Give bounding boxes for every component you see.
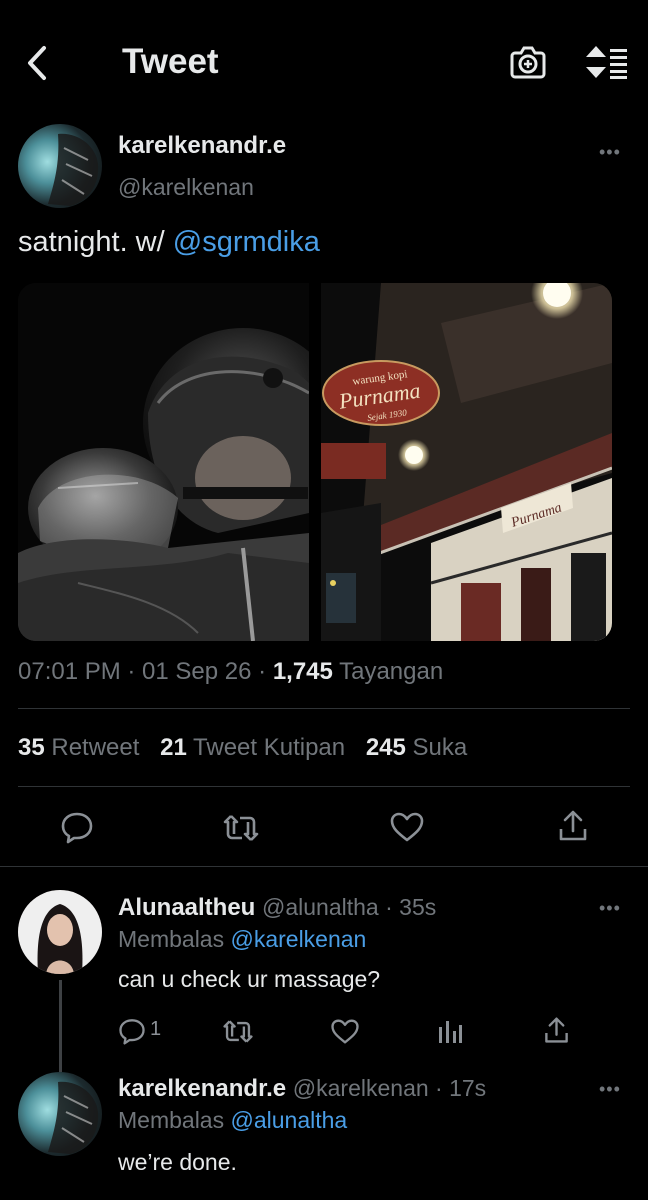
replying-to-link[interactable]: @karelkenan <box>230 926 366 952</box>
photo-helmets[interactable] <box>18 283 309 641</box>
reply-avatar-alunaaltheu[interactable] <box>18 890 102 974</box>
replying-to-line: Membalas @karelkenan <box>118 926 366 953</box>
retweet-icon[interactable] <box>222 812 260 844</box>
reply-display-name[interactable]: karelkenandr.e <box>118 1075 286 1102</box>
author-display-name[interactable]: karelkenandr.e <box>118 132 286 160</box>
reply-handle[interactable]: @alunaltha <box>262 894 379 920</box>
replying-to-prefix: Membalas <box>118 926 231 952</box>
photo-warung-kopi[interactable]: Purnama warung kopi Purnama Sejak 1930 <box>321 283 612 641</box>
likes-label: Suka <box>405 734 468 761</box>
tweet-timestamp-line: 07:01 PM · 01 Sep 26 · 1,745 Tayangan <box>18 658 443 686</box>
likes-count: 245 <box>365 734 406 761</box>
sort-icon[interactable] <box>584 44 630 80</box>
author-handle[interactable]: @karelkenan <box>118 174 254 201</box>
reply-header: karelkenandr.e @karelkenan · 17s <box>118 1075 486 1103</box>
engagement-stats: 35 Retweet 21 Tweet Kutipan 245 Suka <box>18 734 467 762</box>
tweet-timestamp[interactable]: 07:01 PM · 01 Sep 26 · <box>18 658 273 685</box>
views-label: Tayangan <box>332 658 444 685</box>
reply-reply-icon[interactable] <box>118 1017 146 1045</box>
camera-plus-icon[interactable] <box>509 44 547 80</box>
reply-reply-count: 1 <box>150 1018 162 1040</box>
replying-to-prefix: Membalas <box>118 1107 231 1133</box>
quotes-stat[interactable]: 21 Tweet Kutipan <box>160 734 345 761</box>
tweet-mention-link[interactable]: @sgrmdika <box>173 226 320 258</box>
quotes-count: 21 <box>160 734 187 761</box>
reply-like-heart-icon[interactable] <box>330 1018 360 1045</box>
reply-display-name[interactable]: Alunaaltheu <box>118 894 255 921</box>
reply-retweet-icon[interactable] <box>222 1018 254 1045</box>
retweets-count: 35 <box>18 734 45 761</box>
divider <box>18 708 630 709</box>
reply-share-icon[interactable] <box>543 1016 570 1045</box>
likes-stat[interactable]: 245 Suka <box>366 734 467 761</box>
reply-handle[interactable]: @karelkenan <box>293 1075 429 1101</box>
quotes-label: Tweet Kutipan <box>186 734 346 761</box>
author-avatar[interactable] <box>18 124 102 208</box>
retweets-stat[interactable]: 35 Retweet <box>18 734 139 761</box>
divider <box>0 866 648 867</box>
views-count: 1,745 <box>272 658 333 685</box>
reply-age: · 35s <box>378 894 437 920</box>
tweet-text-body: satnight. w/ <box>18 226 173 258</box>
tweet-media[interactable]: Purnama warung kopi Purnama Sejak 1930 <box>18 283 612 641</box>
retweets-label: Retweet <box>44 734 140 761</box>
divider <box>18 786 630 787</box>
tweet-text: satnight. w/ @sgrmdika <box>18 226 320 259</box>
back-chevron-icon[interactable] <box>22 44 52 82</box>
reply-more-options-icon[interactable]: ••• <box>599 1079 621 1100</box>
share-icon[interactable] <box>557 809 589 843</box>
like-heart-icon[interactable] <box>389 811 425 843</box>
reply-text: can u check ur massage? <box>118 966 381 992</box>
reply-age: · 17s <box>428 1075 487 1101</box>
reply-more-options-icon[interactable]: ••• <box>599 898 621 919</box>
replying-to-link[interactable]: @alunaltha <box>230 1107 347 1133</box>
replying-to-line: Membalas @alunaltha <box>118 1107 347 1134</box>
reply-analytics-icon[interactable] <box>437 1017 463 1045</box>
more-options-icon[interactable]: ••• <box>599 142 621 163</box>
reply-header: Alunaaltheu @alunaltha · 35s <box>118 894 436 922</box>
thread-connector-line <box>59 980 62 1072</box>
reply-icon[interactable] <box>60 810 94 844</box>
page-title: Tweet <box>122 42 219 81</box>
reply-text: we’re done. <box>118 1149 237 1175</box>
reply-avatar-karelkenan[interactable] <box>18 1072 102 1156</box>
